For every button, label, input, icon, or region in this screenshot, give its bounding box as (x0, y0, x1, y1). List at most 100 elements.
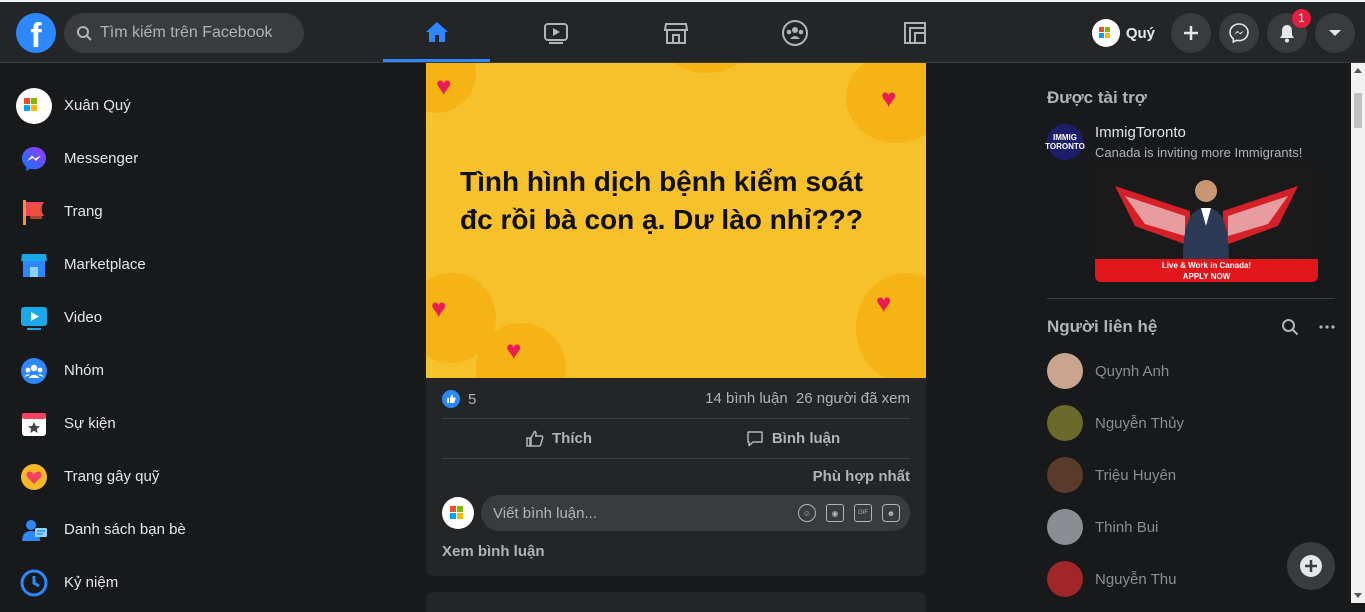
post-counts: 14 bình luận 26 người đã xem (705, 390, 910, 408)
tab-marketplace[interactable] (622, 4, 729, 62)
reaction-summary[interactable]: 5 (442, 390, 476, 408)
ad-logo-text: IMMIG TORONTO (1045, 133, 1085, 151)
sidebar-item-label: Danh sách bạn bè (64, 521, 186, 538)
bell-icon (1280, 25, 1294, 43)
messenger-button[interactable] (1219, 13, 1259, 53)
avatar (1047, 353, 1083, 389)
post-image[interactable]: ♥ ♥ ♥ ♥ ♥ Tình hình dịch bệnh kiểm soát … (426, 63, 926, 378)
view-count: 26 người đã xem (795, 390, 910, 407)
camera-icon[interactable]: ◉ (826, 504, 844, 522)
emoji-icon[interactable]: ☺ (798, 504, 816, 522)
next-post-preview (426, 592, 926, 612)
account-menu-button[interactable] (1315, 13, 1355, 53)
notification-badge: 1 (1292, 9, 1311, 28)
avatar (1047, 561, 1083, 597)
comment-tools: ☺ ◉ GIF ☻ (798, 504, 900, 522)
avatar (1047, 457, 1083, 493)
left-sidebar: Xuân Quý Messenger Trang Marketplace Vid… (0, 63, 360, 609)
new-message-button[interactable] (1287, 542, 1335, 590)
avatar (1047, 509, 1083, 545)
post-stats: 5 14 bình luận 26 người đã xem (426, 378, 926, 418)
facebook-logo-letter: f (30, 17, 42, 53)
sidebar-item-label: Nhóm (64, 362, 105, 379)
like-reaction-icon (442, 390, 460, 408)
groups-icon (781, 20, 808, 46)
sidebar-item-fundraisers[interactable]: Trang gây quỹ (0, 450, 360, 503)
sidebar-item-messenger[interactable]: Messenger (0, 132, 360, 185)
scrollbar-thumb[interactable] (1354, 93, 1362, 128)
sidebar-item-video[interactable]: Video (0, 291, 360, 344)
flag-icon (16, 194, 52, 230)
heart-decoration: ♥ (431, 293, 447, 323)
top-navigation-bar: f Tìm kiếm trên Facebook Quý 1 (0, 0, 1365, 63)
sticker-icon[interactable]: ☻ (882, 504, 900, 522)
divider (1047, 298, 1335, 299)
home-icon (425, 21, 448, 42)
groups-icon (16, 353, 52, 389)
sidebar-item-groups[interactable]: Nhóm (0, 344, 360, 397)
contact-item[interactable]: Triệu Huyên (1047, 449, 1335, 501)
scroll-down-arrow[interactable] (1354, 593, 1362, 598)
tab-video[interactable] (502, 4, 609, 62)
profile-chip[interactable]: Quý (1091, 19, 1155, 47)
sidebar-item-marketplace[interactable]: Marketplace (0, 238, 360, 291)
comment-count[interactable]: 14 bình luận (705, 390, 788, 407)
video-icon (543, 23, 568, 44)
ad-banner-line1: Live & Work in Canada! (1161, 261, 1252, 270)
more-options-icon[interactable] (1319, 325, 1335, 329)
tab-gaming[interactable] (861, 4, 968, 62)
post-image-text: Tình hình dịch bệnh kiểm soát đc rồi bà … (460, 166, 863, 235)
sidebar-item-label: Trang (64, 203, 103, 220)
sidebar-item-events[interactable]: Sự kiện (0, 397, 360, 450)
sidebar-item-pages[interactable]: Trang (0, 185, 360, 238)
gif-icon[interactable]: GIF (854, 504, 872, 522)
caret-down-icon (1329, 30, 1341, 36)
marketplace-icon (16, 247, 52, 283)
comment-placeholder: Viết bình luận... (493, 504, 597, 522)
sponsored-ad[interactable]: IMMIG TORONTO ImmigToronto Canada is inv… (1045, 124, 1335, 282)
right-sidebar: Được tài trợ IMMIG TORONTO ImmigToronto … (1045, 63, 1335, 605)
video-icon (16, 300, 52, 336)
tab-groups[interactable] (741, 4, 848, 62)
contact-item[interactable]: Thinh Bui (1047, 501, 1335, 553)
search-icon[interactable] (1281, 318, 1299, 336)
sidebar-item-label: Sự kiện (64, 415, 116, 432)
heart-decoration: ♥ (881, 83, 897, 113)
ad-banner-line2: APPLY NOW (1182, 272, 1231, 281)
gaming-icon (903, 22, 926, 44)
sidebar-item-label: Trang gây quỹ (64, 468, 160, 485)
sidebar-item-label: Messenger (64, 150, 139, 167)
facebook-logo[interactable]: f (16, 13, 56, 53)
contacts-title: Người liên hệ (1047, 317, 1158, 336)
comment-input[interactable]: Viết bình luận... ☺ ◉ GIF ☻ (481, 495, 910, 531)
page-scrollbar[interactable] (1351, 63, 1365, 603)
feed-post: ♥ ♥ ♥ ♥ ♥ Tình hình dịch bệnh kiểm soát … (426, 63, 926, 576)
heart-decoration: ♥ (506, 335, 522, 365)
contact-name: Nguyễn Thủy (1095, 414, 1184, 432)
compose-icon (1300, 555, 1322, 577)
sidebar-item-profile[interactable]: Xuân Quý (0, 79, 360, 132)
create-button[interactable] (1171, 13, 1211, 53)
comment-button[interactable]: Bình luận (676, 419, 910, 458)
scroll-up-arrow[interactable] (1354, 68, 1362, 73)
search-box[interactable]: Tìm kiếm trên Facebook (64, 13, 304, 53)
clock-icon (16, 565, 52, 601)
sidebar-item-label: Video (64, 309, 103, 326)
ad-name: ImmigToronto (1095, 124, 1186, 141)
tab-home[interactable] (383, 4, 490, 62)
heart-decoration: ♥ (436, 71, 452, 101)
sidebar-item-memories[interactable]: Kỷ niệm (0, 556, 360, 609)
like-button[interactable]: Thích (442, 419, 676, 458)
sidebar-item-friends[interactable]: Danh sách bạn bè (0, 503, 360, 556)
contact-item[interactable]: Nguyễn Thủy (1047, 397, 1335, 449)
like-count: 5 (468, 390, 477, 408)
emoji-decoration (666, 63, 746, 73)
view-comments-link[interactable]: Xem bình luận (426, 531, 926, 576)
contact-name: Quynh Anh (1095, 362, 1170, 380)
ad-logo: IMMIG TORONTO (1045, 124, 1085, 160)
notifications-button[interactable]: 1 (1267, 9, 1311, 53)
comment-sort-selector[interactable]: Phù hợp nhất (426, 459, 926, 485)
profile-name: Quý (1125, 24, 1155, 42)
contact-item[interactable]: Quynh Anh (1047, 345, 1335, 397)
ad-image[interactable]: Live & Work in Canada! APPLY NOW (1095, 166, 1318, 282)
